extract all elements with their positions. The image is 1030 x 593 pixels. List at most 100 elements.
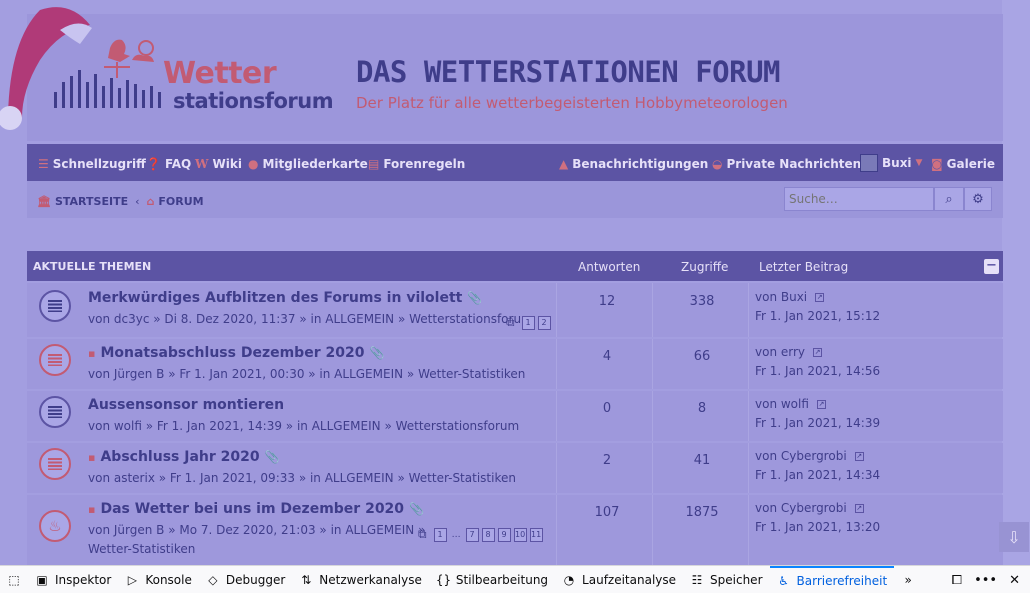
breadcrumb: 🏛 STARTSEITE ‹ ⌂ FORUM [37,195,204,208]
goto-post-icon[interactable]: ↗ [854,503,864,513]
topic-title-link[interactable]: ▪ Monatsabschluss Dezember 2020 📎 [88,345,384,361]
last-post-author[interactable]: von Buxi ↗ [755,290,825,304]
tab-accessibility-label: Barrierefreiheit [796,573,888,588]
goto-post-icon[interactable]: ↗ [813,347,823,357]
topic-pager: ⧉ 1 … 7 8 9 10 11 [418,527,543,542]
breadcrumb-home[interactable]: STARTSEITE [55,195,128,208]
nav-wiki[interactable]: W Wiki [195,157,242,171]
nav-quick-access[interactable]: ☰ Schnellzugriff [38,157,146,171]
search-button[interactable]: ⌕ [934,187,964,211]
nav-forum-rules[interactable]: ▤ Forenregeln [368,157,465,171]
topics-header: AKTUELLE THEMEN Antworten Zugriffe Letzt… [27,251,1003,281]
tab-console[interactable]: ▷ Konsole [118,566,199,593]
question-icon: ❓ [146,157,161,171]
debugger-icon: ◇ [208,572,218,587]
tab-accessibility[interactable]: ♿ Barrierefreiheit [769,566,895,593]
flame-icon: ♨ [48,517,62,535]
more-options-icon[interactable]: ••• [974,573,997,588]
tab-network[interactable]: ⇅ Netzwerkanalyse [292,566,429,593]
network-icon: ⇅ [301,572,312,587]
row-replies-cell [556,443,652,493]
row-views-cell [652,443,748,493]
last-post-author[interactable]: von Cybergrobi ↗ [755,449,864,463]
page-link[interactable]: 9 [497,527,511,542]
nav-faq[interactable]: ❓ FAQ [146,157,191,171]
topic-title-text: Das Wetter bei uns im Dezember 2020 [100,501,405,517]
tab-debugger[interactable]: ◇ Debugger [199,566,292,593]
topic-replies: 12 [598,294,616,309]
topic-replies: 107 [594,505,620,520]
camera-icon: ◙ [931,157,943,171]
topic-title-text: Merkwürdiges Aufblitzen des Forums in vi… [88,290,463,306]
scroll-to-bottom-button[interactable]: ⇩ [999,522,1029,552]
page-link[interactable]: 7 [465,527,479,542]
pick-element-button[interactable]: ⬚ [0,566,28,593]
more-tabs-button[interactable]: » [894,566,922,593]
topic-title-link[interactable]: Aussensonsor montieren [88,397,284,413]
nav-gallery[interactable]: ◙ Galerie [931,157,995,171]
page-link[interactable]: 1 [433,527,447,542]
nav-user-menu[interactable]: Buxi ▼ [860,154,922,172]
topic-title-link[interactable]: Merkwürdiges Aufblitzen des Forums in vi… [88,290,482,306]
page-link[interactable]: 10 [513,527,527,542]
nav-private-messages[interactable]: ◒ Private Nachrichten [712,157,861,171]
nav-wiki-label: Wiki [212,157,242,171]
dock-toggle-icon[interactable]: ⧠ [952,573,962,588]
last-post-author[interactable]: von wolfi ↗ [755,397,826,411]
row-views-cell [652,283,748,337]
goto-post-icon[interactable]: ↗ [816,399,826,409]
topic-title-text: Abschluss Jahr 2020 [100,449,260,465]
col-replies: Antworten [578,260,641,274]
nav-member-map-label: Mitgliederkarte [262,157,368,171]
topic-pager: ⧉ 1 2 [506,315,551,330]
topic-read-icon [39,448,71,480]
nav-private-messages-label: Private Nachrichten [726,157,862,171]
advanced-search-button[interactable]: ⚙ [964,187,992,211]
topic-title-link[interactable]: ▪ Abschluss Jahr 2020 📎 [88,449,280,465]
goto-post-icon[interactable]: ↗ [815,292,825,302]
last-post-time: Fr 1. Jan 2021, 14:39 [755,416,881,430]
page-scrollbar[interactable] [1002,0,1030,565]
last-post-author[interactable]: von Cybergrobi ↗ [755,501,864,515]
paperclip-icon: 📎 [369,346,385,360]
topic-views: 8 [697,401,707,416]
nav-member-map[interactable]: ● Mitgliederkarte [248,157,368,171]
page-link[interactable]: 2 [537,315,551,330]
console-icon: ▷ [127,572,137,587]
avatar [860,154,878,172]
breadcrumb-separator: ‹ [135,195,140,208]
page-link[interactable]: 1 [521,315,535,330]
topic-title-link[interactable]: ▪ Das Wetter bei uns im Dezember 2020 📎 [88,501,424,517]
page-link[interactable]: 11 [529,527,543,542]
topic-views: 66 [693,349,711,364]
goto-post-icon[interactable]: ↗ [854,451,864,461]
search-input[interactable] [784,187,934,211]
tab-style-editor[interactable]: {} Stilbearbeitung [429,566,555,593]
breadcrumb-forum[interactable]: FORUM [158,195,203,208]
last-post-author-text: von Cybergrobi [755,449,847,463]
close-icon[interactable]: ✕ [1009,573,1020,588]
logo-stations-text: stationsforum [173,89,334,113]
topic-views: 338 [689,294,715,309]
collapse-button[interactable]: − [984,259,999,274]
tab-performance[interactable]: ◔ Laufzeitanalyse [555,566,683,593]
nav-notifications[interactable]: ▲ Benachrichtigungen [559,157,708,171]
document-icon: ▪ [88,502,96,516]
accessibility-icon: ♿ [778,573,789,588]
tab-inspector[interactable]: ▣ Inspektor [28,566,118,593]
storage-icon: ☷ [691,572,703,587]
tab-storage[interactable]: ☷ Speicher [683,566,769,593]
row-views-cell [652,339,748,389]
search-icon: ⌕ [945,191,953,207]
last-post-author[interactable]: von erry ↗ [755,345,823,359]
topic-meta: von asterix » Fr 1. Jan 2021, 09:33 » in… [88,471,516,485]
row-replies-cell [556,339,652,389]
page-link[interactable]: 8 [481,527,495,542]
row-replies-cell [556,283,652,337]
topic-unread-icon [39,290,71,322]
topic-title-text: Monatsabschluss Dezember 2020 [100,345,365,361]
topic-meta: von Jürgen B » Mo 7. Dez 2020, 21:03 » i… [88,523,426,537]
document-icon: ▪ [88,346,96,360]
nav-faq-label: FAQ [164,157,192,171]
topic-meta-forum: Wetter-Statistiken [88,542,196,556]
